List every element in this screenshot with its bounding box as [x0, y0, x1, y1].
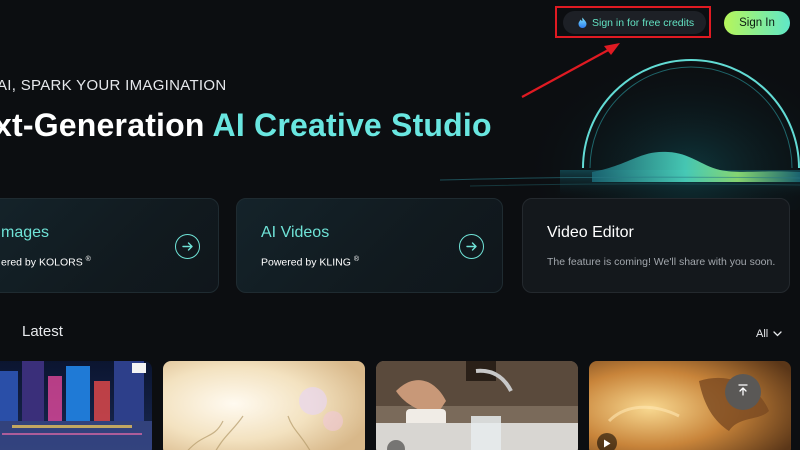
card-video-editor: Video Editor The feature is coming! We'l… [522, 198, 790, 293]
scroll-to-top-button[interactable] [725, 374, 761, 410]
filter-label: All [756, 328, 769, 340]
annotation-arrow-head [604, 43, 620, 55]
card-ai-videos[interactable]: AI Videos Powered by KLING ® [236, 198, 503, 293]
card-ai-videos-title: AI Videos [261, 224, 330, 241]
card-ai-videos-subtitle: Powered by KLING ® [261, 256, 359, 269]
filter-dropdown[interactable]: All [756, 328, 782, 340]
card-ai-images[interactable]: mages ered by KOLORS ® [0, 198, 219, 293]
card-ai-images-title: mages [1, 224, 50, 241]
hero-title: xt-Generation AI Creative Studio [0, 107, 492, 144]
sign-in-button[interactable]: Sign In [724, 11, 790, 35]
arrow-right-circle-icon[interactable] [175, 234, 200, 259]
chevron-down-icon [773, 328, 782, 340]
free-credits-button[interactable]: Sign in for free credits [563, 11, 706, 34]
thumbnail-dragon-fire[interactable] [589, 361, 791, 450]
hero-title-plain: xt-Generation [0, 107, 213, 143]
hero-title-accent: AI Creative Studio [212, 107, 492, 143]
thumbnail-water-glass[interactable] [376, 361, 578, 450]
hero-kicker: AI, SPARK YOUR IMAGINATION [0, 77, 227, 94]
latest-heading: Latest [22, 323, 63, 340]
thumbnail-city-night[interactable] [0, 361, 152, 450]
arrow-up-icon [737, 383, 749, 401]
card-video-editor-subtitle: The feature is coming! We'll share with … [547, 256, 776, 268]
card-video-editor-title: Video Editor [547, 224, 634, 241]
free-credits-label: Sign in for free credits [592, 16, 695, 29]
flame-drop-icon [577, 17, 588, 28]
card-ai-images-subtitle: ered by KOLORS ® [1, 256, 91, 269]
play-icon[interactable] [597, 433, 617, 450]
arrow-right-circle-icon[interactable] [459, 234, 484, 259]
thumbnail-sunlit-field[interactable] [163, 361, 365, 450]
